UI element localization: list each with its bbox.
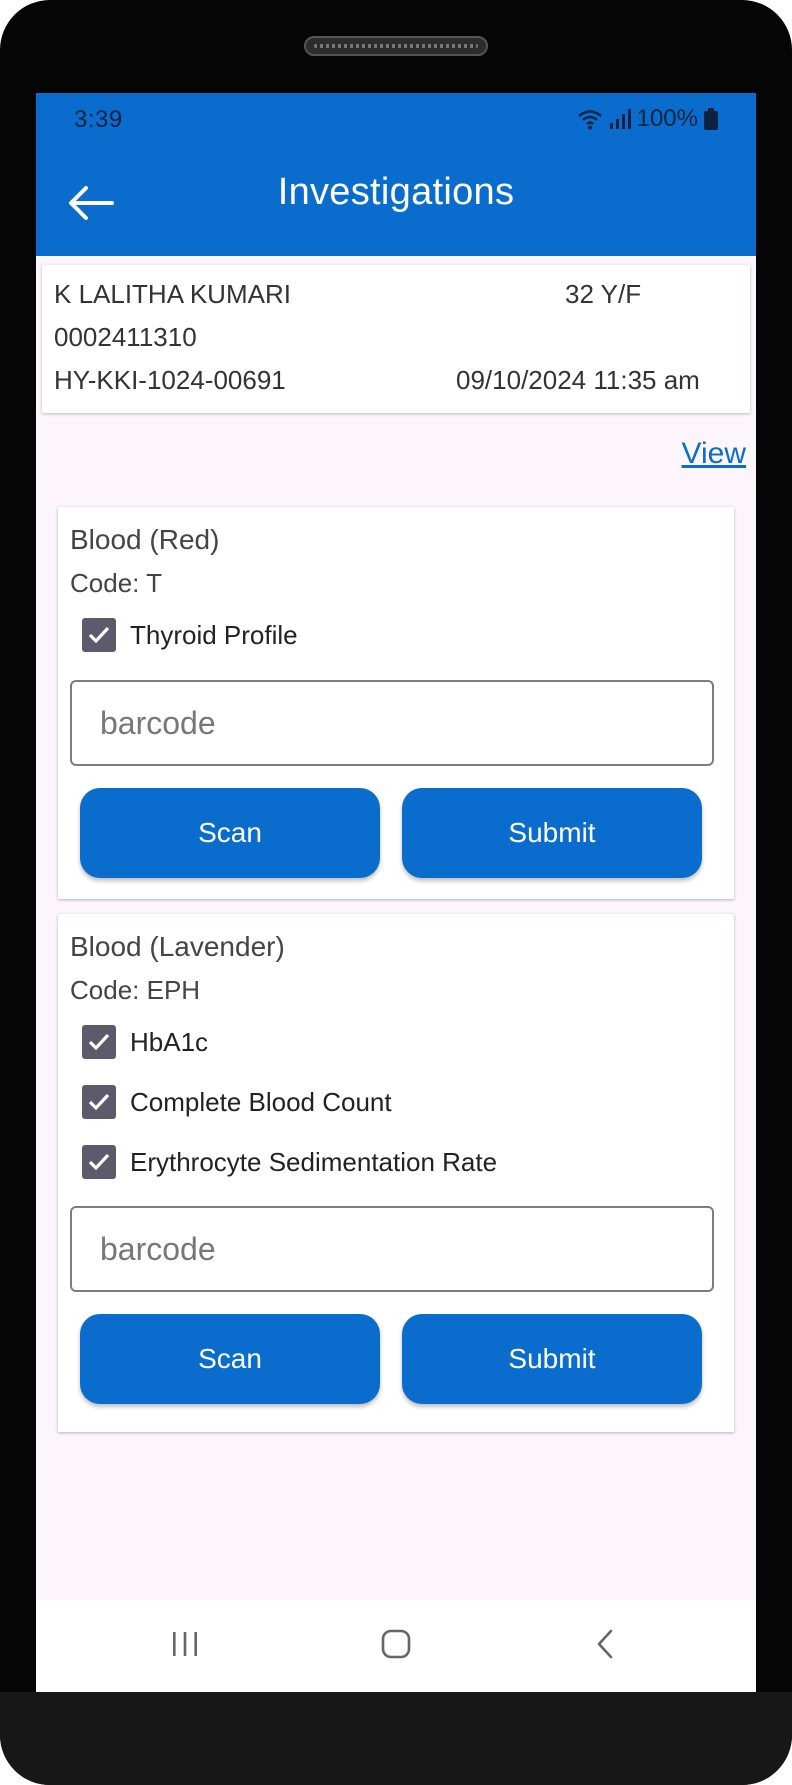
group-title: Blood (Lavender) <box>70 931 285 962</box>
test-label: HbA1c <box>130 1026 209 1057</box>
status-icons: 100% <box>577 105 718 133</box>
signal-icon <box>609 109 631 129</box>
scan-button[interactable]: Scan <box>80 788 380 878</box>
home-icon[interactable] <box>380 1628 412 1660</box>
sample-group-card: Blood (Lavender) Code: EPH HbA1c Complet… <box>58 914 734 1432</box>
nav-back-icon[interactable] <box>590 1628 622 1660</box>
test-label: Erythrocyte Sedimentation Rate <box>130 1146 498 1177</box>
patient-info-card: K LALITHA KUMARI 32 Y/F 0002411310 HY-KK… <box>42 265 750 413</box>
page-title: Investigations <box>277 171 515 213</box>
status-time: 3:39 <box>74 106 123 133</box>
recent-apps-icon[interactable] <box>169 1628 201 1660</box>
visit-id: HY-KKI-1024-00691 <box>54 365 286 395</box>
test-label: Thyroid Profile <box>130 619 298 650</box>
test-label: Complete Blood Count <box>130 1086 392 1117</box>
patient-id: 0002411310 <box>54 322 197 352</box>
submit-button[interactable]: Submit <box>402 788 702 878</box>
checkmark-icon <box>88 1033 110 1051</box>
checkmark-icon <box>88 1093 110 1111</box>
wifi-icon <box>577 110 602 130</box>
app-screen: 3:39 100% Investigations K LALITHA KUMAR… <box>36 93 756 1692</box>
system-nav-bar <box>36 1600 756 1692</box>
test-item: Erythrocyte Sedimentation Rate <box>82 1145 497 1179</box>
sample-group-card: Blood (Red) Code: T Thyroid Profile Scan… <box>58 507 734 899</box>
test-checkbox[interactable] <box>82 1025 116 1059</box>
battery-percent: 100% <box>636 105 698 132</box>
test-checkbox[interactable] <box>82 1145 116 1179</box>
group-code: Code: EPH <box>70 975 201 1005</box>
test-item: Complete Blood Count <box>82 1085 392 1119</box>
earpiece-speaker <box>304 36 488 56</box>
phone-frame: 3:39 100% Investigations K LALITHA KUMAR… <box>0 0 792 1785</box>
test-item: HbA1c <box>82 1025 208 1059</box>
scan-button[interactable]: Scan <box>80 1314 380 1404</box>
checkmark-icon <box>88 1153 110 1171</box>
group-title: Blood (Red) <box>70 524 220 555</box>
group-code: Code: T <box>70 568 163 598</box>
battery-icon <box>704 108 718 130</box>
phone-bottom-bezel <box>0 1692 792 1785</box>
patient-name: K LALITHA KUMARI <box>54 279 291 309</box>
test-item: Thyroid Profile <box>82 618 298 652</box>
view-link[interactable]: View <box>682 437 746 471</box>
patient-age-gender: 32 Y/F <box>565 279 642 309</box>
app-bar: 3:39 100% Investigations <box>36 93 756 256</box>
barcode-input[interactable] <box>70 680 714 766</box>
checkmark-icon <box>88 626 110 644</box>
test-checkbox[interactable] <box>82 1085 116 1119</box>
barcode-input[interactable] <box>70 1206 714 1292</box>
submit-button[interactable]: Submit <box>402 1314 702 1404</box>
test-checkbox[interactable] <box>82 618 116 652</box>
visit-datetime: 09/10/2024 11:35 am <box>456 365 700 395</box>
